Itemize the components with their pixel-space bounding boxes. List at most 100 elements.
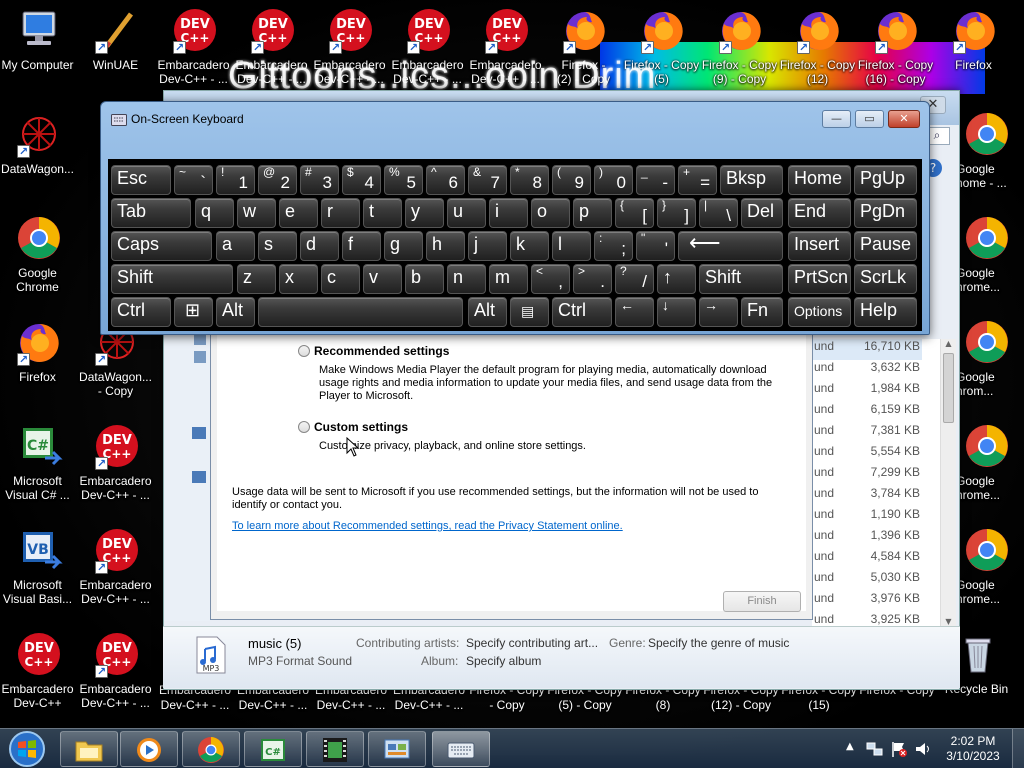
volume-icon[interactable] — [914, 740, 932, 758]
key-delete[interactable]: Del — [741, 198, 783, 228]
desktop-icon-chrome[interactable]: Google hrome... — [950, 208, 1024, 312]
key-t[interactable]: t — [363, 198, 402, 228]
key-d[interactable]: d — [300, 231, 339, 261]
key-minus[interactable]: _ - — [636, 165, 675, 195]
system-clock[interactable]: 2:02 PM 3/10/2023 — [938, 734, 1008, 764]
key-tab[interactable]: Tab — [111, 198, 191, 228]
key-9[interactable]: (9 — [552, 165, 591, 195]
key-ctrl-left[interactable]: Ctrl — [111, 297, 171, 327]
key-shift-left[interactable]: Shift — [111, 264, 233, 294]
privacy-statement-link[interactable]: To learn more about Recommended settings… — [232, 520, 623, 532]
key-arrow-right[interactable]: → — [699, 297, 738, 327]
key-shift-right[interactable]: Shift — [699, 264, 783, 294]
key-2[interactable]: @2 — [258, 165, 297, 195]
show-desktop-button[interactable] — [1012, 729, 1024, 768]
scroll-up-icon[interactable]: ▲ — [943, 339, 954, 351]
key-ctrl-right[interactable]: Ctrl — [552, 297, 612, 327]
desktop-icon-devcpp[interactable]: DEV C++ Embarcadero Dev-C++ — [0, 624, 78, 728]
desktop-icon-firefox[interactable]: ↗ Firefox - Copy (9) - Copy — [702, 0, 780, 104]
table-row[interactable]: und 3,632 KB — [812, 360, 922, 381]
table-row[interactable]: und 5,554 KB — [812, 444, 922, 465]
key-end[interactable]: End — [788, 198, 851, 228]
table-row[interactable]: und 1,984 KB — [812, 381, 922, 402]
key-menu[interactable]: ▤ — [510, 297, 549, 327]
key-comma[interactable]: <, — [531, 264, 570, 294]
desktop-icon-visual-csharp[interactable]: C# Microsoft Visual C# ... — [0, 416, 78, 520]
key-right-bracket[interactable]: }] — [657, 198, 696, 228]
vertical-scrollbar[interactable]: ▲ ▼ — [940, 339, 956, 629]
key-w[interactable]: w — [237, 198, 276, 228]
desktop-icon-my-partial[interactable]: My — [78, 104, 102, 208]
custom-settings-radio[interactable] — [298, 421, 310, 433]
key-options[interactable]: Options — [788, 297, 851, 327]
table-row[interactable]: und 7,381 KB — [812, 423, 922, 444]
table-row[interactable]: und 4,584 KB — [812, 549, 922, 570]
key-e[interactable]: e — [279, 198, 318, 228]
genre-value[interactable]: Specify the genre of music — [648, 636, 789, 650]
show-hidden-icons-icon[interactable]: ▲ — [846, 741, 854, 752]
close-button[interactable]: ✕ — [888, 110, 920, 128]
key-u[interactable]: u — [447, 198, 486, 228]
key-x[interactable]: x — [279, 264, 318, 294]
table-row[interactable]: und 1,190 KB — [812, 507, 922, 528]
taskbar-video[interactable] — [306, 731, 364, 767]
key-left-bracket[interactable]: {[ — [615, 198, 654, 228]
key-home[interactable]: Home — [788, 165, 851, 195]
key-prtscn[interactable]: PrtScn — [788, 264, 851, 294]
restore-button[interactable]: ▭ — [855, 110, 884, 128]
desktop-icon-firefox[interactable]: ↗ Firefox — [936, 0, 1014, 104]
key-4[interactable]: $4 — [342, 165, 381, 195]
network-icon[interactable] — [866, 740, 884, 758]
key-esc[interactable]: Esc — [111, 165, 171, 195]
table-row[interactable]: und 3,976 KB — [812, 591, 922, 612]
desktop-icon-firefox[interactable]: ↗ Firefox - Copy (16) - Copy — [858, 0, 936, 104]
desktop-icon-chrome[interactable]: Google hrome... — [950, 416, 1024, 520]
desktop-icon-datawagon[interactable]: ↗ DataWagon... — [0, 104, 78, 208]
key-1[interactable]: ! 1 — [216, 165, 255, 195]
desktop-icon-my-computer[interactable]: My Computer — [0, 0, 78, 104]
album-value[interactable]: Specify album — [466, 654, 541, 668]
key-o[interactable]: o — [531, 198, 570, 228]
key-b[interactable]: b — [405, 264, 444, 294]
key-g[interactable]: g — [384, 231, 423, 261]
key-3[interactable]: #3 — [300, 165, 339, 195]
table-row[interactable]: und 7,299 KB — [812, 465, 922, 486]
key-backspace[interactable]: Bksp — [720, 165, 783, 195]
key-caps-lock[interactable]: Caps — [111, 231, 212, 261]
table-row[interactable]: und 5,030 KB — [812, 570, 922, 591]
key-slash[interactable]: ? / — [615, 264, 654, 294]
key-alt-left[interactable]: Alt — [216, 297, 255, 327]
taskbar-media-player[interactable] — [120, 731, 178, 767]
desktop-icon-chrome[interactable]: Google hrome... — [950, 520, 1024, 624]
table-row[interactable]: und 6,159 KB — [812, 402, 922, 423]
key-6[interactable]: ^ 6 — [426, 165, 465, 195]
key-alt-right[interactable]: Alt — [468, 297, 507, 327]
desktop-icon-chrome[interactable]: Google Chrome — [0, 208, 78, 312]
key-5[interactable]: % 5 — [384, 165, 423, 195]
desktop-icon-firefox[interactable]: ↗ Firefox — [0, 312, 78, 416]
desktop-icon-chrome[interactable]: Google home - ... — [950, 104, 1024, 208]
taskbar-on-screen-keyboard[interactable] — [432, 731, 490, 767]
key-p[interactable]: p — [573, 198, 612, 228]
key-insert[interactable]: Insert — [788, 231, 851, 261]
key-tilde[interactable]: ~ ` — [174, 165, 213, 195]
key-m[interactable]: m — [489, 264, 528, 294]
taskbar-visual-csharp[interactable]: C# — [244, 731, 302, 767]
key-windows[interactable]: ⊞ — [174, 297, 213, 327]
key-c[interactable]: c — [321, 264, 360, 294]
key-backslash[interactable]: | \ — [699, 198, 738, 228]
finish-button[interactable]: Finish — [723, 591, 801, 612]
key-quote[interactable]: " ' — [636, 231, 675, 261]
custom-settings-label[interactable]: Custom settings — [314, 420, 408, 434]
action-center-flag-icon[interactable] — [890, 740, 908, 758]
key-s[interactable]: s — [258, 231, 297, 261]
key-fn[interactable]: Fn — [741, 297, 783, 327]
key-j[interactable]: j — [468, 231, 507, 261]
key-scrlk[interactable]: ScrLk — [854, 264, 917, 294]
recommended-settings-radio[interactable] — [298, 345, 310, 357]
desktop-icon-chrome[interactable]: Google hrom... — [950, 312, 1024, 416]
desktop-icon-devcpp[interactable]: DEV C++ ↗ Embarcadero Dev-C++ - ... — [78, 416, 156, 520]
key-arrow-up[interactable]: ↑ — [657, 264, 696, 294]
key-8[interactable]: * 8 — [510, 165, 549, 195]
key-space[interactable] — [258, 297, 463, 327]
